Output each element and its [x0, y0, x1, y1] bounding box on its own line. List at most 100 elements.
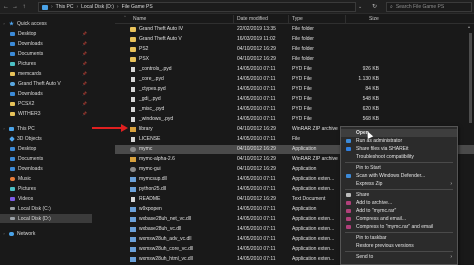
- file-date: 04/10/2012 16:29: [237, 166, 276, 172]
- sidebar-item[interactable]: Downloads 📌: [0, 89, 87, 98]
- ps-icon: [130, 147, 136, 152]
- column-header-date[interactable]: Date modified: [237, 16, 268, 22]
- sidebar-item-label: Documents: [18, 50, 44, 57]
- context-menu-item[interactable]: Pin to Start: [341, 164, 457, 172]
- context-menu-item[interactable]: Pin to taskbar: [341, 234, 457, 242]
- history-dropdown-icon[interactable]: ⌄: [358, 4, 362, 10]
- context-menu-label: Compress to "mymc.rar" and email: [356, 224, 434, 230]
- sidebar-item[interactable]: Documents 📌: [0, 49, 87, 58]
- context-menu-item[interactable]: Add to "mymc.rar": [341, 207, 457, 215]
- column-divider[interactable]: [288, 15, 289, 24]
- scrollbar-thumb[interactable]: [469, 33, 472, 123]
- file-date: 16/03/2019 11:02: [237, 36, 276, 42]
- sidebar-item[interactable]: Local Disk (D:): [0, 214, 92, 223]
- file-row[interactable]: _misc_.pyd 14/05/2010 07:11 PYD File 620 KB: [115, 105, 474, 114]
- column-divider[interactable]: [233, 15, 234, 24]
- sidebar-item-label: Pictures: [18, 185, 37, 192]
- sidebar-item[interactable]: PCSX2 📌: [0, 99, 87, 108]
- breadcrumb[interactable]: › This PC › Local Disk (D:) › File Game …: [38, 2, 356, 12]
- context-menu-item[interactable]: Compress and email...: [341, 215, 457, 223]
- file-name: w9xpopen: [139, 206, 162, 212]
- column-header-type[interactable]: Type: [292, 16, 303, 22]
- share-icon: [346, 193, 351, 197]
- file-type: File folder: [292, 46, 314, 52]
- sidebar-item[interactable]: Grand Theft Auto V 📌: [0, 79, 87, 88]
- forward-arrow-icon[interactable]: →: [12, 4, 18, 10]
- file-row[interactable]: _core_.pyd 14/05/2010 07:11 PYD File 1.130 …: [115, 75, 474, 84]
- search-input[interactable]: ⌕ Search File Game PS: [386, 2, 472, 12]
- context-menu-item[interactable]: Open: [341, 129, 457, 137]
- up-arrow-icon[interactable]: ↑: [21, 4, 27, 10]
- star-icon: [9, 21, 14, 26]
- file-icon: [131, 117, 135, 122]
- app-icon: [130, 187, 136, 192]
- sidebar-item[interactable]: WITHER3 📌: [0, 109, 87, 118]
- file-date: 14/05/2010 07:11: [237, 186, 276, 192]
- game-icon: [10, 81, 15, 86]
- file-type: Application exten...: [292, 226, 335, 232]
- sidebar-item[interactable]: Local Disk (C:): [0, 204, 51, 213]
- file-type: PYD File: [292, 66, 312, 72]
- context-menu-item[interactable]: Restore previous versions: [341, 242, 457, 250]
- file-row[interactable]: Grand Theft Auto IV 22/02/2019 13:35 File …: [115, 25, 474, 34]
- sidebar-item-label: Network: [17, 230, 36, 237]
- file-date: 14/05/2010 07:11: [237, 136, 276, 142]
- vertical-scrollbar[interactable]: ▴: [468, 24, 473, 265]
- sidebar-item[interactable]: Downloads: [0, 164, 43, 173]
- sidebar-item[interactable]: Videos: [0, 194, 33, 203]
- context-menu-item[interactable]: Share files via SHAREit: [341, 145, 457, 153]
- breadcrumb-local-disk[interactable]: Local Disk (D:): [81, 4, 114, 10]
- refresh-icon[interactable]: ↻: [372, 3, 377, 10]
- sidebar-item[interactable]: Documents: [0, 154, 43, 163]
- sort-up-icon: ^: [124, 14, 126, 19]
- sidebar-item-label: Local Disk (D:): [18, 215, 51, 222]
- context-menu-item[interactable]: Run as administrator: [341, 137, 457, 145]
- file-row[interactable]: PSX 04/10/2012 16:29 File folder: [115, 55, 474, 64]
- context-menu-item[interactable]: Scan with Windows Defender...: [341, 172, 457, 180]
- context-menu-item[interactable]: Share: [341, 191, 457, 199]
- sidebar-item[interactable]: 3D Objects: [0, 134, 42, 143]
- sidebar-item-label: Documents: [18, 155, 44, 162]
- back-arrow-icon[interactable]: ←: [3, 4, 9, 10]
- file-type: Application: [292, 206, 317, 212]
- chevron-icon[interactable]: ›: [2, 126, 6, 131]
- scroll-up-icon[interactable]: ▴: [468, 24, 470, 29]
- file-row[interactable]: Grand Theft Auto V 16/03/2019 11:02 File f…: [115, 35, 474, 44]
- file-row[interactable]: PS2 04/10/2012 16:29 File folder: [115, 45, 474, 54]
- breadcrumb-this-pc[interactable]: This PC: [56, 4, 74, 10]
- file-type: File: [292, 136, 301, 142]
- column-divider[interactable]: [345, 15, 346, 24]
- file-date: 14/05/2010 07:11: [237, 106, 276, 112]
- chevron-icon[interactable]: ›: [2, 231, 6, 236]
- context-menu-label: Compress and email...: [356, 216, 407, 222]
- sidebar-item[interactable]: › This PC: [0, 124, 34, 133]
- sidebar-item[interactable]: Downloads 📌: [0, 39, 87, 48]
- context-menu-item[interactable]: Troubleshoot compatibility: [341, 153, 457, 161]
- column-headers: Name ^ Date modified Type Size: [115, 14, 474, 24]
- file-row[interactable]: _gdi_.pyd 14/05/2010 07:11 PYD File 548 KB: [115, 95, 474, 104]
- winrar-icon: [346, 209, 351, 213]
- file-row[interactable]: _controls_.pyd 14/05/2010 07:11 PYD File 92…: [115, 65, 474, 74]
- sidebar-item[interactable]: Pictures: [0, 184, 36, 193]
- app-icon: [130, 247, 136, 252]
- sidebar-item[interactable]: › Quick access: [0, 19, 46, 28]
- sidebar-item[interactable]: memcards 📌: [0, 69, 87, 78]
- sidebar-item[interactable]: › Network: [0, 229, 35, 238]
- column-header-size[interactable]: Size: [369, 16, 379, 22]
- sidebar-item[interactable]: Desktop 📌: [0, 29, 87, 38]
- app-icon: [130, 177, 136, 182]
- sidebar-item[interactable]: Music: [0, 174, 31, 183]
- context-menu-item[interactable]: Express Zip ›: [341, 180, 457, 188]
- file-name: _controls_.pyd: [139, 66, 172, 72]
- breadcrumb-file-game-ps[interactable]: File Game PS: [122, 4, 153, 10]
- chevron-icon[interactable]: ›: [2, 21, 6, 26]
- sidebar-item[interactable]: Desktop: [0, 144, 36, 153]
- sidebar-item[interactable]: Pictures 📌: [0, 59, 87, 68]
- file-row[interactable]: _ctypes.pyd 14/05/2010 07:11 PYD File 84 KB: [115, 85, 474, 94]
- file-row[interactable]: _windows_.pyd 14/05/2010 07:11 PYD File 568…: [115, 115, 474, 124]
- context-menu-item[interactable]: Send to ›: [341, 253, 457, 261]
- context-menu-item[interactable]: Add to archive...: [341, 199, 457, 207]
- file-type: PYD File: [292, 106, 312, 112]
- column-header-name[interactable]: Name: [133, 16, 146, 22]
- context-menu-item[interactable]: Compress to "mymc.rar" and email: [341, 223, 457, 231]
